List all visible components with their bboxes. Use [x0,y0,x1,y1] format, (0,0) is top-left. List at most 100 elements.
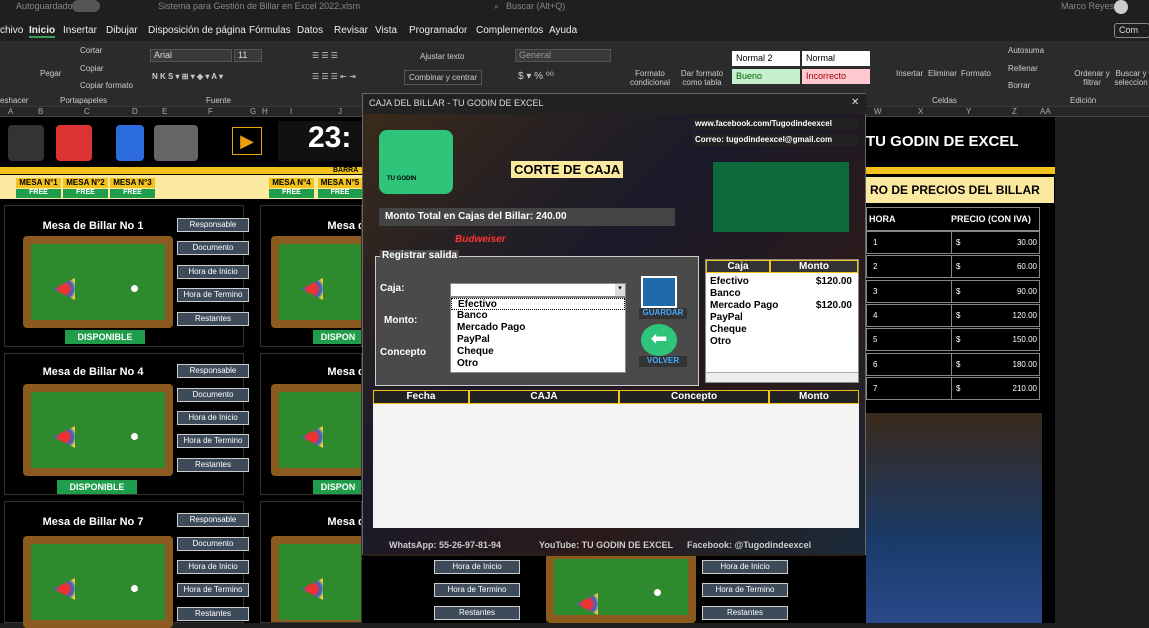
style-normal2[interactable]: Normal 2 [732,51,800,66]
col-header[interactable]: F [208,107,213,116]
billiard-table-icon[interactable] [546,551,696,623]
price-cell[interactable]: $120.00 [951,304,1041,327]
price-row[interactable]: 1 $30.00 [866,231,1040,254]
youtube-link[interactable]: YouTube: TU GODIN DE EXCEL [539,540,673,550]
menu-ayuda[interactable]: Ayuda [549,25,577,36]
col-header[interactable]: E [162,107,167,116]
list-item[interactable]: Banco [710,288,856,300]
caja-combobox[interactable]: ▾ [450,283,626,297]
restantes-button[interactable]: Restantes [177,458,249,472]
mesa-tag[interactable]: MESA N°2 [63,178,108,188]
delete-cells-button[interactable]: Eliminar [928,69,957,78]
status-badge[interactable]: DISPONIBLE [65,330,145,344]
mesa-tag[interactable]: MESA N°1 [16,178,61,188]
menu-inicio[interactable]: Inicio [29,25,56,38]
mesa-tag[interactable]: MESA N°4 [269,178,314,188]
responsable-button[interactable]: Responsable [177,364,249,378]
hora-termino-button[interactable]: Hora de Termino [177,288,249,302]
responsable-button[interactable]: Responsable [177,218,249,232]
menu-complementos[interactable]: Complementos [476,25,543,36]
fill-button[interactable]: Rellenar [1008,64,1038,73]
billiard-table-icon[interactable] [271,536,361,622]
email-link[interactable]: Correo: tugodindeexcel@gmail.com [693,134,858,146]
col-header[interactable]: H [262,107,268,116]
col-header[interactable]: B [38,107,43,116]
billiard-table-icon[interactable] [271,236,361,328]
menu-disposicion[interactable]: Disposición de página [148,25,246,36]
find-select-button[interactable]: Buscar y seleccion [1113,69,1149,87]
col-header[interactable]: AA [1040,107,1051,116]
style-normal[interactable]: Normal [802,51,870,66]
list-item[interactable]: Cheque [710,324,856,336]
hora-termino-button[interactable]: Hora de Termino [434,583,520,597]
price-row[interactable]: 5 $150.00 [866,328,1041,352]
caja-listbox[interactable]: Caja Monto Efectivo $120.00 Banco Mercado P… [705,259,859,383]
back-arrow-icon[interactable]: ⬅ [641,324,677,356]
billiard-table-icon[interactable] [23,236,173,328]
price-cell[interactable]: $210.00 [951,377,1041,400]
list-item[interactable]: Banco [451,310,625,322]
font-size-select[interactable]: 11 [234,49,262,62]
hora-inicio-button[interactable]: Hora de Inicio [177,265,249,279]
chevron-down-icon[interactable]: ▾ [615,284,625,296]
col-header[interactable]: G [250,107,256,116]
list-item[interactable]: Mercado Pago $120.00 [710,300,856,312]
responsable-button[interactable]: Responsable [177,513,249,527]
autosum-button[interactable]: Autosuma [1008,46,1044,55]
hora-termino-button[interactable]: Hora de Termino [177,583,249,597]
horizontal-scrollbar[interactable] [706,372,858,382]
col-header[interactable]: D [132,107,138,116]
list-item[interactable]: Otro [710,336,856,348]
restantes-button[interactable]: Restantes [434,606,520,620]
copy-button[interactable]: Copiar [80,64,104,73]
list-item[interactable]: PayPal [710,312,856,324]
restantes-button[interactable]: Restantes [177,607,249,621]
bold-button[interactable]: N K S ▾ ⊞ ▾ ◈ ▾ A ▾ [152,72,223,81]
billiard-table-icon[interactable] [23,536,173,628]
search-input[interactable]: Buscar (Alt+Q) [506,1,565,11]
facebook-link[interactable]: www.facebook.com/Tugodindeexcel [693,118,858,130]
currency-button[interactable]: $ ▾ % ⁰⁰ [518,71,554,82]
conditional-format-button[interactable]: Formato condicional [625,69,675,87]
documento-button[interactable]: Documento [177,241,249,255]
col-header[interactable]: A [8,107,13,116]
document-icon[interactable] [116,125,144,161]
status-badge[interactable]: DISPONIBLE [57,480,137,494]
menu-dibujar[interactable]: Dibujar [106,25,138,36]
status-badge[interactable]: DISPON [313,330,361,344]
list-item[interactable]: Efectivo $120.00 [710,276,856,288]
guardar-button[interactable]: GUARDAR [639,308,687,319]
price-row[interactable]: 6 $180.00 [866,352,1040,376]
cut-button[interactable]: Cortar [80,46,102,55]
price-cell[interactable]: $60.00 [951,256,1041,279]
col-header[interactable]: C [84,107,90,116]
format-cells-button[interactable]: Formato [961,69,991,78]
restantes-button[interactable]: Restantes [177,312,249,326]
autosave-toggle[interactable] [72,0,100,12]
mesa-tag[interactable]: MESA N°3 [110,178,155,188]
col-header[interactable]: Y [966,107,971,116]
price-row[interactable]: 2 $60.00 [866,255,1041,279]
menu-formulas[interactable]: Fórmulas [249,25,291,36]
billiard-table-icon[interactable] [271,384,361,476]
format-table-button[interactable]: Dar formato como tabla [677,69,727,87]
documento-button[interactable]: Documento [177,537,249,551]
list-item[interactable]: PayPal [451,334,625,346]
mesa-tag[interactable]: MESA N°5 [318,178,362,188]
documento-button[interactable]: Documento [177,388,249,402]
hora-termino-button[interactable]: Hora de Termino [702,583,788,597]
price-cell[interactable]: $30.00 [951,232,1041,254]
play-icon[interactable]: ▶ [232,127,262,155]
hora-inicio-button[interactable]: Hora de Inicio [434,560,520,574]
menu-insertar[interactable]: Insertar [63,25,97,36]
restantes-button[interactable]: Restantes [702,606,788,620]
font-name-select[interactable]: Arial [150,49,232,62]
col-header[interactable]: Z [1012,107,1017,116]
calendar-chart-icon[interactable] [56,125,92,161]
caja-dropdown-list[interactable]: Efectivo Banco Mercado Pago PayPal Chequ… [450,297,626,373]
facebook-footer-link[interactable]: Facebook: @Tugodindeexcel [687,540,811,550]
save-icon[interactable] [641,276,677,308]
hora-inicio-button[interactable]: Hora de Inicio [702,560,788,574]
hora-inicio-button[interactable]: Hora de Inicio [177,560,249,574]
price-cell[interactable]: $150.00 [951,329,1041,352]
